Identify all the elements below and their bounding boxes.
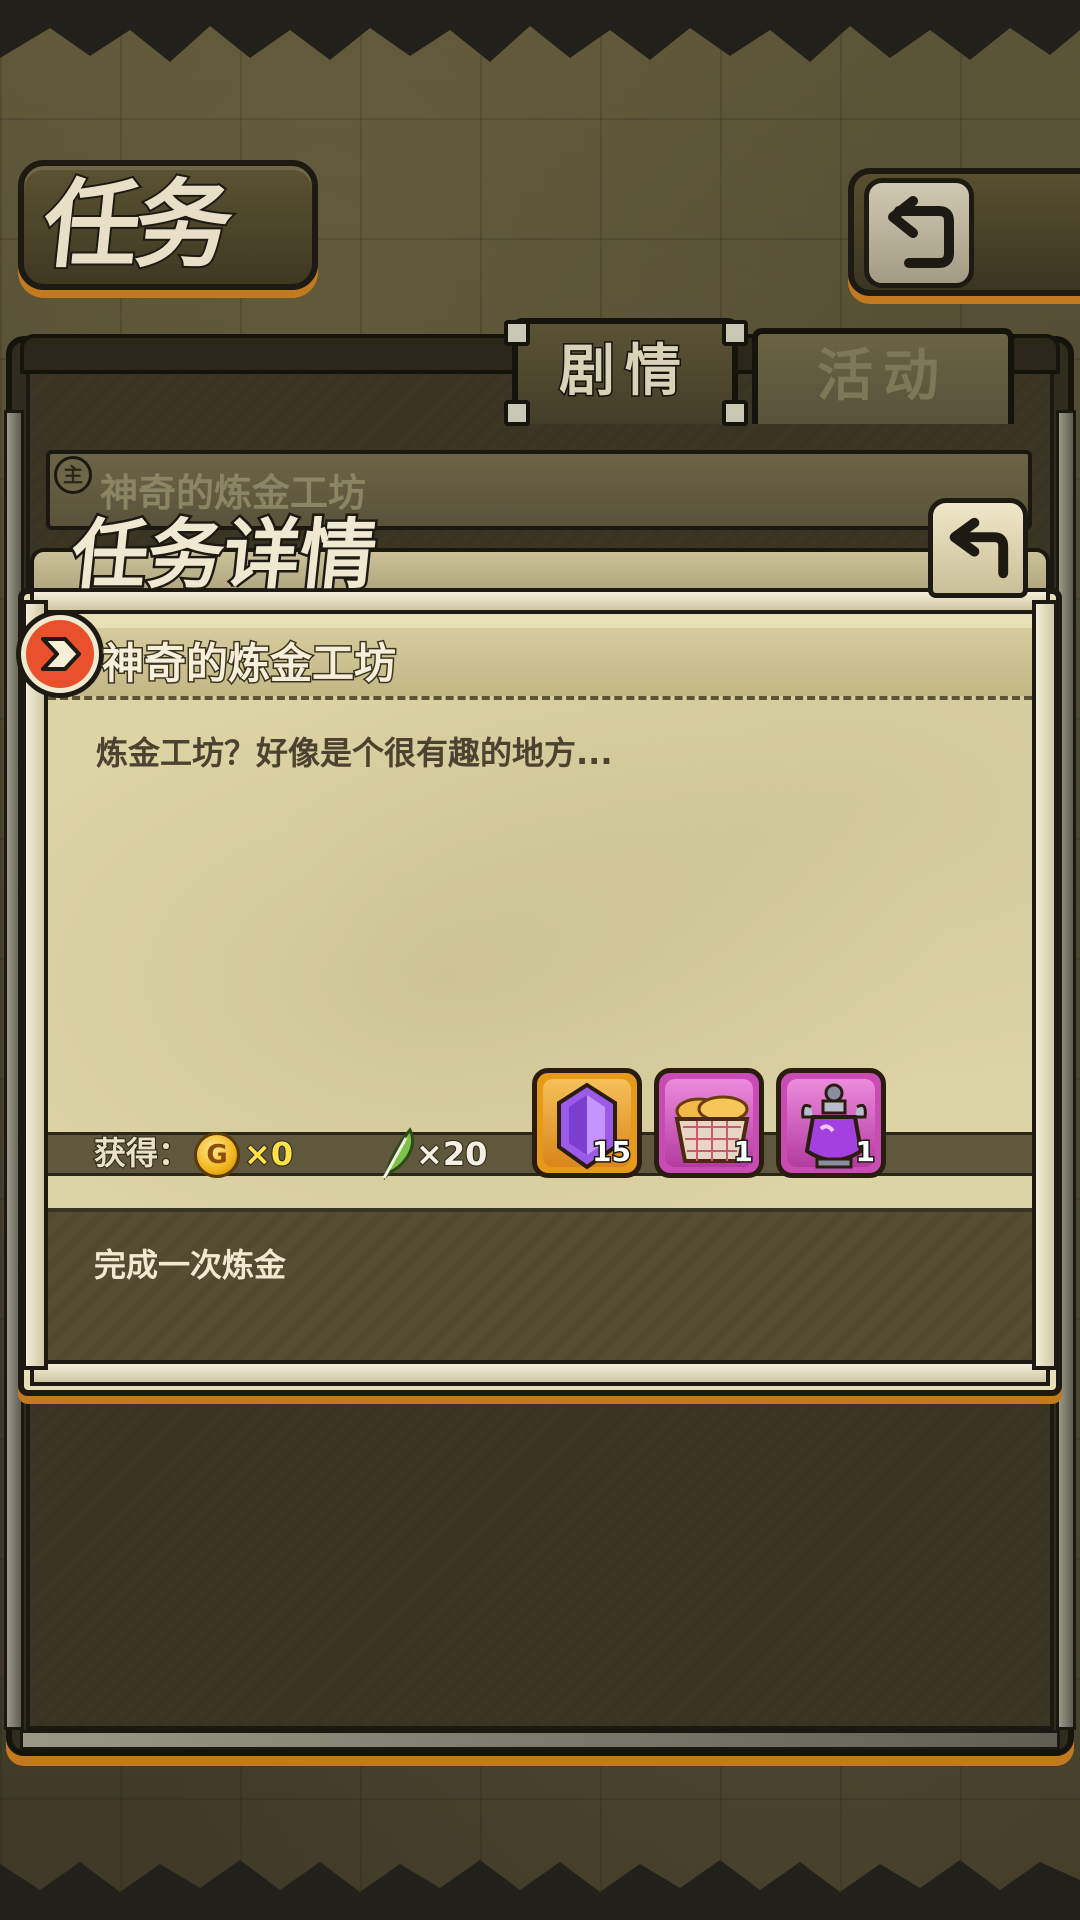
reward-item-crystal[interactable]: 15 [532,1068,642,1178]
dialog-frame-bottom [30,1360,1050,1386]
tab-story[interactable]: 剧情 [512,318,738,424]
torn-edge-top [0,0,1080,62]
quest-description: 炼金工坊？好像是个很有趣的地方... [96,734,613,772]
back-arrow-icon [949,517,1009,579]
coin-reward-amount: ×0 [243,1134,294,1174]
quest-type-badge [16,610,104,698]
main-quest-badge: 主 [54,456,92,494]
tab-post [504,400,530,426]
item-quantity: 1 [854,1134,877,1170]
dialog-title: 任务详情 [65,508,383,602]
tab-post [722,320,748,346]
back-button[interactable] [848,168,1080,296]
green-feather-icon [382,1127,415,1180]
quest-name: 神奇的炼金工坊 [101,638,398,690]
dialog-close-button[interactable] [928,498,1028,598]
quest-condition: 完成一次炼金 [94,1246,287,1284]
item-quantity: 1 [732,1134,755,1170]
reward-item-bread[interactable]: 1 [654,1068,764,1178]
panel-rail-bottom [20,1730,1060,1750]
tab-post [504,320,530,346]
gold-coin-icon: G [194,1132,240,1178]
dialog-frame-right [1032,600,1058,1370]
tab-post [722,400,748,426]
quest-arrow-icon [26,620,94,688]
page-title: 任务 [36,166,236,283]
torn-edge-bottom [0,1860,1080,1920]
rewards-label: 获得： [93,1133,191,1173]
dialog-frame-left [22,600,48,1370]
item-quantity: 15 [591,1134,633,1170]
back-arrow-icon [864,178,974,288]
tab-event[interactable]: 活动 [752,328,1014,424]
reward-item-potion[interactable]: 1 [776,1068,886,1178]
feather-reward-amount: ×20 [415,1134,488,1174]
